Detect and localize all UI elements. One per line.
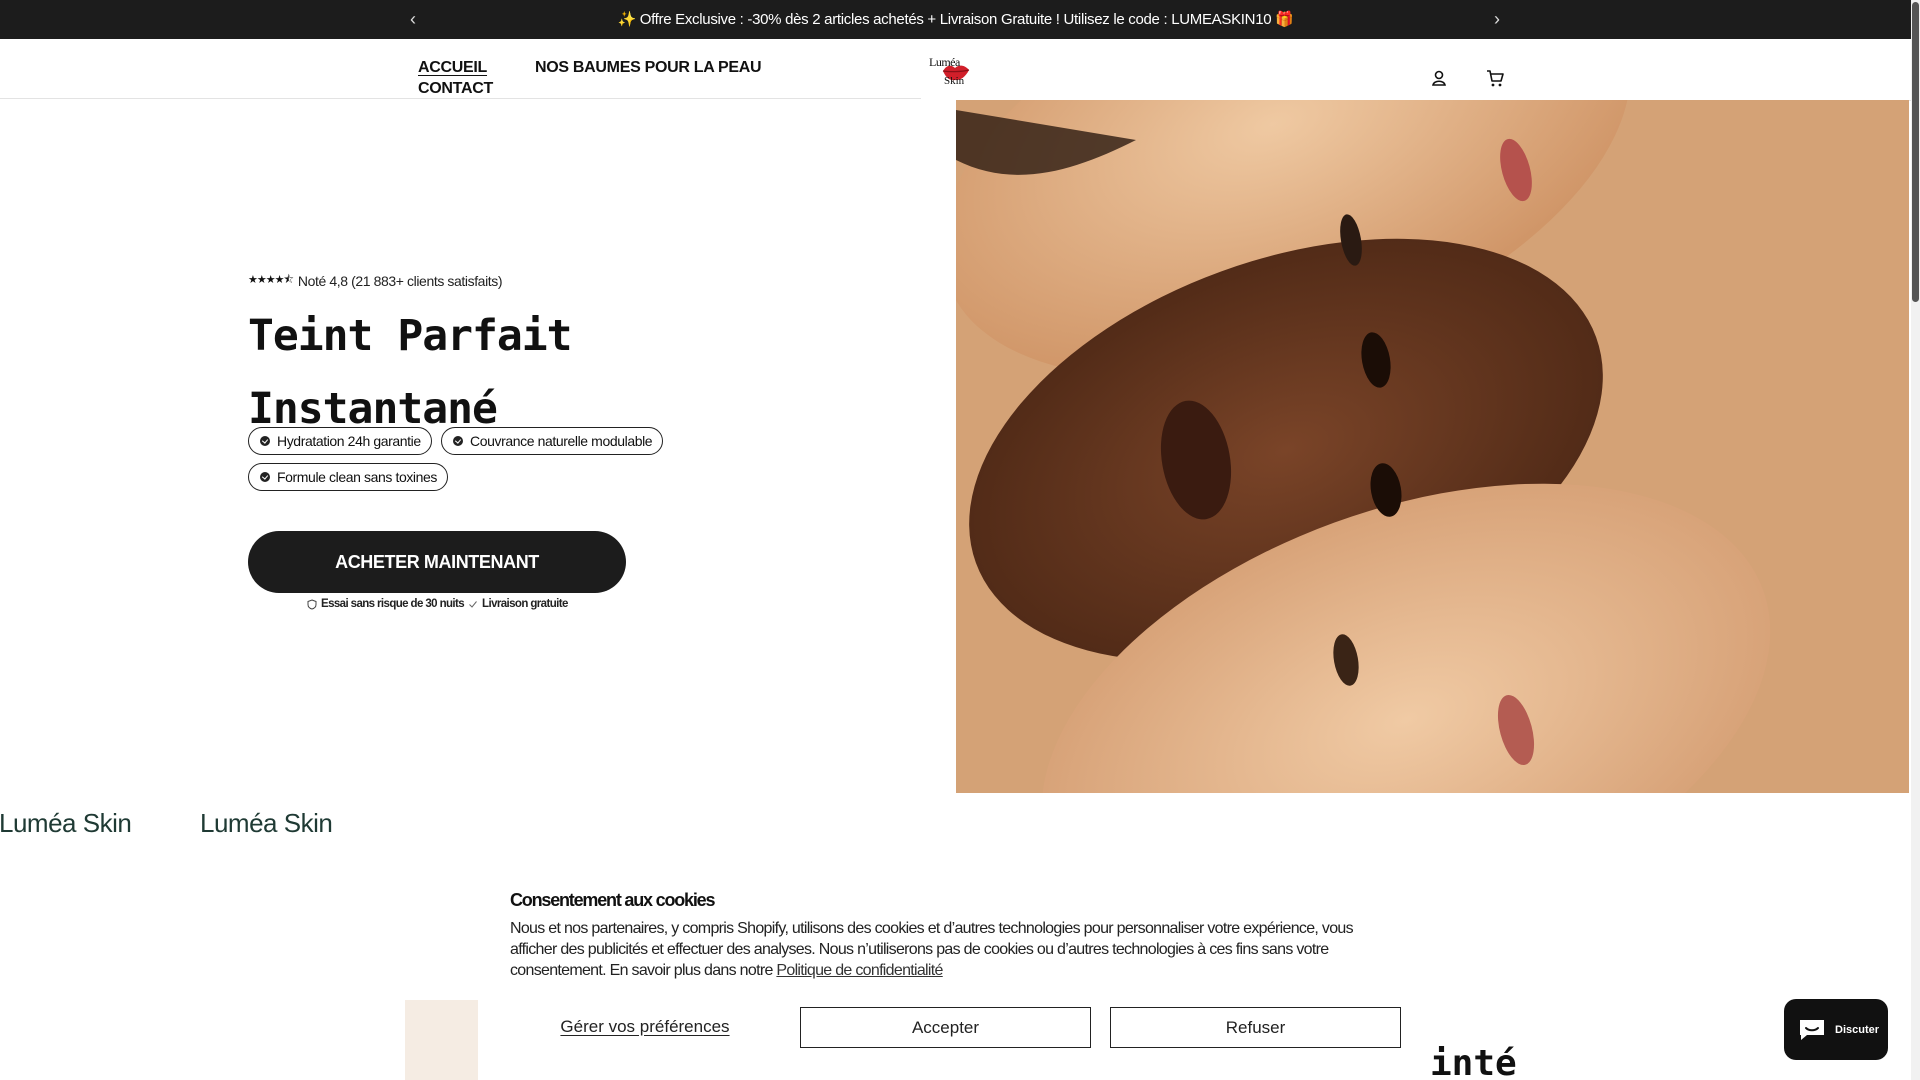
hero-photo-faces — [956, 100, 1909, 793]
badge-hydratation: Hydratation 24h garantie — [248, 427, 432, 455]
chat-bubble-icon — [1800, 1019, 1824, 1040]
privacy-policy-link[interactable]: Politique de confidentialité — [776, 962, 943, 979]
chat-button[interactable]: Discuter — [1784, 999, 1888, 1060]
rating-stars-icon: ★★★★⯪ — [248, 274, 294, 286]
hero-headline-line1: Teint Parfait — [248, 311, 573, 361]
product-thumbnail — [405, 1000, 478, 1080]
page-scrollbar[interactable] — [1911, 0, 1920, 1080]
marquee-brand: Luméa Skin — [0, 808, 132, 838]
account-icon[interactable] — [1428, 67, 1450, 89]
check-icon — [469, 601, 477, 608]
shield-icon — [307, 598, 317, 610]
marquee-brand: Luméa Skin — [200, 808, 333, 838]
announcement-next-button[interactable]: › — [1487, 8, 1507, 30]
chat-label: Discuter — [1835, 1023, 1880, 1036]
logo-text-lumea: Luméa — [929, 55, 960, 69]
site-header: ACCUEIL NOS BAUMES POUR LA PEAU CONTACT … — [0, 39, 1911, 101]
rating: ★★★★⯪ Noté 4,8 (21 883+ clients satisfai… — [248, 271, 503, 290]
cart-icon[interactable] — [1484, 67, 1506, 89]
nav-item-baumes[interactable]: NOS BAUMES POUR LA PEAU — [535, 59, 762, 77]
nav-item-accueil[interactable]: ACCUEIL — [418, 59, 487, 77]
header-divider — [0, 98, 921, 99]
section-heading-partial: inté — [1430, 1043, 1517, 1080]
check-badge-icon — [260, 436, 270, 446]
logo-text-skin: Skin — [944, 75, 965, 87]
guarantee-row: Essai sans risque de 30 nuits Livraison … — [307, 598, 568, 610]
rating-text: Noté 4,8 (21 883+ clients satisfaits) — [297, 272, 503, 289]
badge-formule: Formule clean sans toxines — [248, 463, 449, 491]
accept-cookies-button[interactable]: Accepter — [800, 1007, 1091, 1048]
refuse-cookies-button[interactable]: Refuser — [1110, 1007, 1401, 1048]
check-badge-icon — [260, 472, 270, 482]
cookie-text: Nous et nos partenaires, y compris Shopi… — [510, 918, 1403, 981]
scrollbar-thumb[interactable] — [1912, 2, 1919, 302]
hero-image — [956, 100, 1909, 793]
check-badge-icon — [453, 436, 463, 446]
cookie-title: Consentement aux cookies — [510, 890, 715, 910]
hero-headline: Teint Parfait Instantané — [248, 300, 573, 446]
guarantee-trial: Essai sans risque de 30 nuits — [321, 598, 465, 610]
badge-label: Hydratation 24h garantie — [277, 433, 421, 449]
badge-label: Formule clean sans toxines — [277, 469, 438, 485]
guarantee-shipping: Livraison gratuite — [482, 598, 568, 610]
announcement-bar: ‹ ✨ Offre Exclusive : -30% dès 2 article… — [0, 0, 1911, 39]
badge-label: Couvrance naturelle modulable — [470, 433, 653, 449]
shop-now-button[interactable]: ACHETER MAINTENANT — [248, 531, 626, 593]
badge-couvrance: Couvrance naturelle modulable — [441, 427, 664, 455]
announcement-text: ✨ Offre Exclusive : -30% dès 2 articles … — [617, 11, 1294, 28]
nav-item-contact[interactable]: CONTACT — [418, 80, 493, 98]
cookie-banner: Consentement aux cookies Nous et nos par… — [510, 887, 1403, 1080]
manage-preferences-button[interactable]: Gérer vos préférences — [510, 1006, 780, 1048]
site-logo[interactable]: Luméa Skin — [929, 55, 977, 89]
